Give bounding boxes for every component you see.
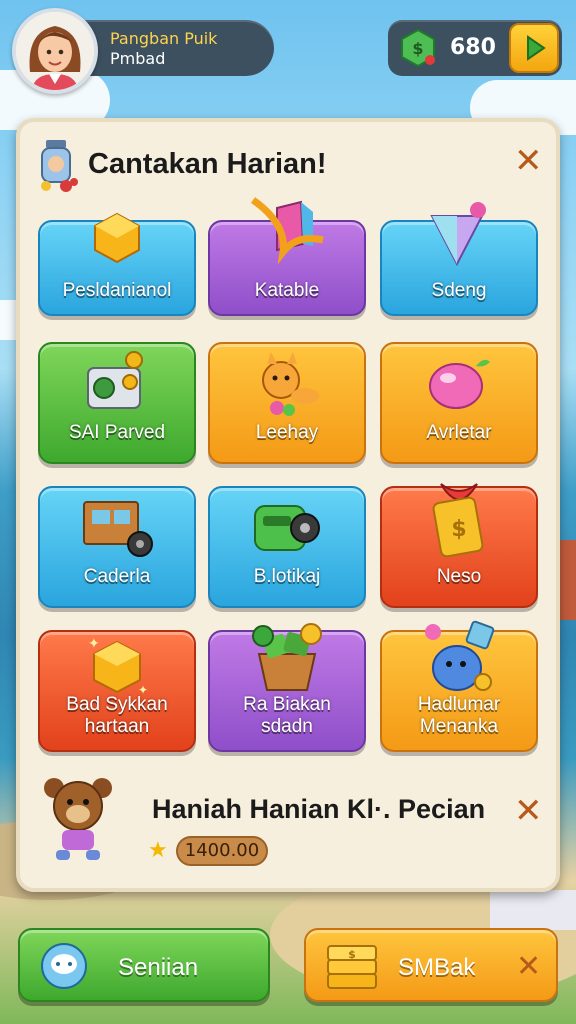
tile-caderla[interactable]: Caderla bbox=[38, 486, 196, 608]
daily-reward-row: Haniah Hanian Kl·. Pecian ★ 1400.00 bbox=[40, 776, 540, 872]
tile-avrletar[interactable]: Avrletar bbox=[380, 342, 538, 464]
tile-label: Caderla bbox=[83, 566, 151, 587]
diamond-cone-icon bbox=[430, 202, 486, 267]
chat-bubble-icon bbox=[41, 943, 87, 989]
tile-blotikaj[interactable]: B.lotikaj bbox=[208, 486, 366, 608]
chat-button-label: Seniian bbox=[118, 954, 199, 981]
tile-sai-parved[interactable]: SAI Parved bbox=[38, 342, 196, 464]
gem-cash-icon: $ bbox=[401, 28, 435, 68]
tile-sdeng[interactable]: Sdeng bbox=[380, 202, 538, 316]
tile-label: Katable bbox=[254, 280, 320, 301]
crystal-ribbon-icon bbox=[250, 197, 324, 264]
player-subtitle: Pmbad bbox=[110, 49, 166, 68]
tile-leehay[interactable]: Leehay bbox=[208, 342, 366, 464]
machine-icon bbox=[87, 351, 143, 409]
svg-text:✦: ✦ bbox=[88, 636, 100, 652]
star-icon: ★ bbox=[148, 838, 168, 863]
green-device-icon bbox=[254, 505, 320, 551]
tile-label-line2: sdadn bbox=[261, 716, 313, 737]
tile-label: Hadlumar Menanka bbox=[382, 694, 536, 738]
tile-bad-sykkan-hartaan[interactable]: ✦ ✦ Bad Sykkan hartaan bbox=[38, 630, 196, 752]
tile-neso[interactable]: $ Neso bbox=[380, 483, 538, 608]
svg-text:$: $ bbox=[348, 948, 356, 961]
svg-text:$: $ bbox=[412, 39, 423, 58]
tile-label: SAI Parved bbox=[68, 422, 166, 443]
tile-label: Bad Sykkan hartaan bbox=[40, 694, 194, 738]
tile-label: B.lotikaj bbox=[253, 566, 321, 587]
smbak-button-label: SMBak bbox=[398, 954, 476, 981]
currency-value: 680 bbox=[450, 35, 496, 60]
chat-button[interactable]: Seniian bbox=[18, 928, 270, 1002]
player-name: Pangban Puik bbox=[110, 29, 218, 48]
wooden-cart-icon bbox=[83, 501, 153, 557]
jar-character-icon bbox=[41, 140, 78, 192]
tile-label-line2: hartaan bbox=[84, 716, 150, 737]
player-profile[interactable]: Pangban Puik Pmbad bbox=[12, 8, 274, 94]
tile-ra-biakan-sdadn[interactable]: Ra Biakan sdadn bbox=[208, 623, 366, 752]
tile-label: Leehay bbox=[255, 422, 319, 443]
tile-label-line1: Bad Sykkan bbox=[66, 694, 168, 715]
tile-label-line1: Ra Biakan bbox=[243, 694, 331, 715]
tile-label: Sdeng bbox=[431, 280, 487, 301]
gold-cube-icon bbox=[94, 212, 140, 264]
tile-hadlumar-menanka[interactable]: Hadlumar Menanka bbox=[380, 620, 538, 752]
currency-display: $ 680 bbox=[388, 20, 562, 76]
money-basket-icon bbox=[252, 623, 322, 691]
blue-pot-icon bbox=[425, 620, 495, 691]
svg-text:$: $ bbox=[451, 517, 466, 542]
profile-plate: Pangban Puik Pmbad bbox=[72, 20, 274, 76]
fox-pet-icon bbox=[262, 352, 319, 416]
sparkle-gold-cube-icon: ✦ ✦ bbox=[88, 636, 148, 697]
play-button[interactable] bbox=[509, 23, 559, 73]
tile-label: Avrletar bbox=[426, 422, 492, 443]
tile-label: Ra Biakan sdadn bbox=[210, 694, 364, 738]
avatar[interactable] bbox=[12, 8, 98, 94]
reward-title: Haniah Hanian Kl·. Pecian bbox=[152, 794, 486, 824]
smbak-button[interactable]: $ SMBak ✕ bbox=[304, 928, 558, 1002]
reward-amount: 1400.00 bbox=[176, 836, 268, 866]
panel-title: Cantakan Harian! bbox=[88, 148, 327, 180]
tile-katable[interactable]: Katable bbox=[208, 197, 366, 316]
close-reward-button[interactable]: ✕ bbox=[514, 794, 543, 828]
close-panel-button[interactable]: ✕ bbox=[514, 144, 543, 178]
close-icon[interactable]: ✕ bbox=[516, 950, 541, 984]
tile-label: Neso bbox=[436, 566, 482, 587]
tile-label: Pesldanianol bbox=[62, 280, 172, 301]
pink-berry-icon bbox=[429, 359, 490, 409]
tile-pesldanianol[interactable]: Pesldanianol bbox=[38, 212, 196, 316]
tile-label-line1: Hadlumar bbox=[417, 694, 501, 715]
daily-panel: Cantakan Harian! ✕ Pesldanianol Katable … bbox=[16, 118, 560, 892]
gold-tag-icon: $ bbox=[432, 483, 484, 558]
play-icon bbox=[527, 35, 546, 61]
gold-bars-icon: $ bbox=[327, 945, 377, 989]
tile-label-line2: Menanka bbox=[419, 716, 499, 737]
bear-mascot-icon bbox=[44, 778, 112, 860]
avatar-portrait-icon bbox=[16, 12, 94, 90]
